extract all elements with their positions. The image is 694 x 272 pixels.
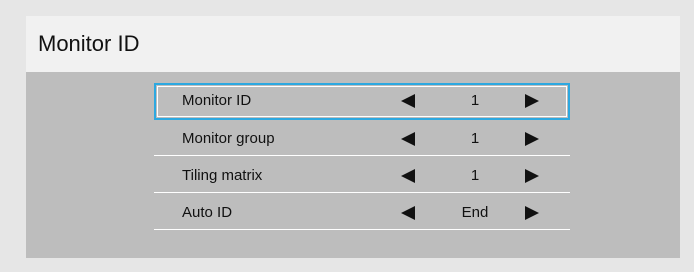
menu-item-label: Auto ID [182,204,233,221]
osd-frame: Monitor ID Monitor ID 1 Monitor group 1 … [0,0,694,272]
settings-panel: Monitor ID 1 Monitor group 1 Tiling matr… [26,72,680,258]
menu-row-auto-id[interactable]: Auto ID End [154,195,570,230]
menu-row-monitor-id[interactable]: Monitor ID 1 [154,83,570,120]
menu-item-label: Monitor ID [182,92,252,109]
menu-item-value: 1 [470,130,480,147]
right-arrow-icon[interactable] [525,94,539,108]
left-arrow-icon[interactable] [401,169,415,183]
settings-menu: Monitor ID 1 Monitor group 1 Tiling matr… [154,83,570,232]
menu-row-tiling-matrix[interactable]: Tiling matrix 1 [154,158,570,193]
menu-item-label: Tiling matrix [182,167,263,184]
left-arrow-icon[interactable] [401,206,415,220]
menu-item-value: 1 [470,167,480,184]
left-arrow-icon[interactable] [401,94,415,108]
right-arrow-icon[interactable] [525,169,539,183]
menu-item-value: 1 [470,92,480,109]
title-bar: Monitor ID [26,16,680,72]
right-arrow-icon[interactable] [525,132,539,146]
menu-item-value: End [461,204,489,221]
menu-row-monitor-group[interactable]: Monitor group 1 [154,121,570,156]
menu-item-label: Monitor group [182,130,275,147]
page-title: Monitor ID [38,31,140,56]
left-arrow-icon[interactable] [401,132,415,146]
right-arrow-icon[interactable] [525,206,539,220]
